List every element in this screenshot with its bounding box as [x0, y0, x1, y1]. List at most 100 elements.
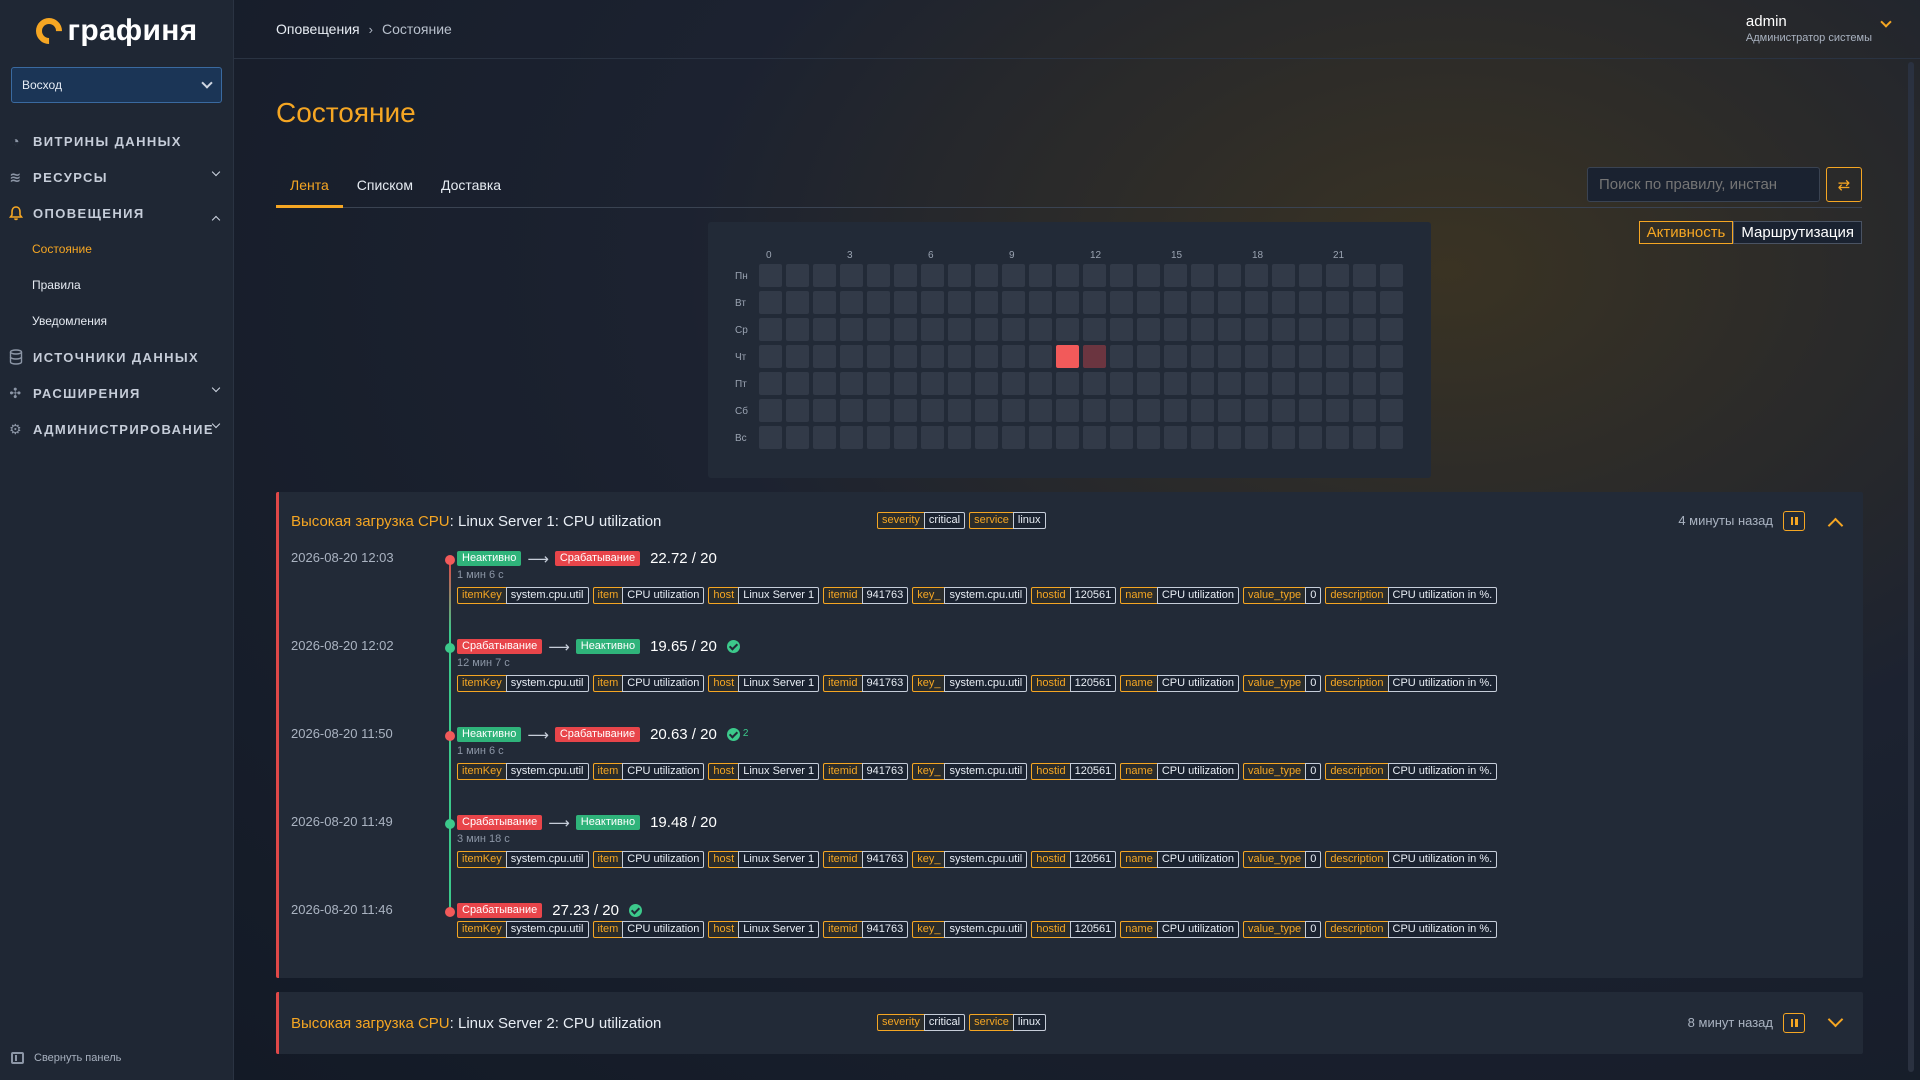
- heatmap-cell[interactable]: [948, 399, 971, 422]
- heatmap-cell[interactable]: [813, 372, 836, 395]
- sidebar-item-resources[interactable]: ≋ РЕСУРСЫ: [0, 159, 233, 195]
- heatmap-cell[interactable]: [1002, 264, 1025, 287]
- heatmap-cell[interactable]: [1083, 399, 1106, 422]
- heatmap-cell[interactable]: [1083, 318, 1106, 341]
- heatmap-cell[interactable]: [1002, 399, 1025, 422]
- heatmap-cell[interactable]: [1002, 372, 1025, 395]
- heatmap-cell[interactable]: [921, 399, 944, 422]
- heatmap-cell[interactable]: [921, 345, 944, 368]
- heatmap-cell[interactable]: [975, 264, 998, 287]
- heatmap-cell[interactable]: [1353, 264, 1376, 287]
- heatmap-cell[interactable]: [786, 291, 809, 314]
- heatmap-cell[interactable]: [867, 399, 890, 422]
- heatmap-cell[interactable]: [1029, 426, 1052, 449]
- heatmap-cell[interactable]: [1218, 345, 1241, 368]
- heatmap-cell[interactable]: [948, 291, 971, 314]
- heatmap-cell[interactable]: [1218, 399, 1241, 422]
- heatmap-cell[interactable]: [1380, 372, 1403, 395]
- heatmap-cell[interactable]: [1218, 264, 1241, 287]
- heatmap-cell[interactable]: [1191, 372, 1214, 395]
- heatmap-cell[interactable]: [1245, 318, 1268, 341]
- sidebar-item-alerts[interactable]: ОПОВЕЩЕНИЯ: [0, 195, 233, 231]
- heatmap-cell[interactable]: [894, 399, 917, 422]
- heatmap-cell[interactable]: [1029, 318, 1052, 341]
- heatmap-cell[interactable]: [813, 318, 836, 341]
- heatmap-cell[interactable]: [1245, 264, 1268, 287]
- heatmap-cell[interactable]: [759, 426, 782, 449]
- heatmap-cell[interactable]: [948, 318, 971, 341]
- heatmap-cell[interactable]: [894, 345, 917, 368]
- heatmap-cell[interactable]: [1299, 399, 1322, 422]
- heatmap-cell[interactable]: [1083, 426, 1106, 449]
- tab-delivery[interactable]: Доставка: [427, 166, 515, 208]
- heatmap-cell[interactable]: [1056, 399, 1079, 422]
- heatmap-cell[interactable]: [1137, 426, 1160, 449]
- heatmap-cell[interactable]: [1029, 399, 1052, 422]
- heatmap-cell[interactable]: [867, 372, 890, 395]
- heatmap-cell[interactable]: [1380, 264, 1403, 287]
- breadcrumb-alerts-link[interactable]: Оповещения: [276, 21, 360, 37]
- heatmap-cell[interactable]: [1326, 372, 1349, 395]
- heatmap-cell[interactable]: [1164, 345, 1187, 368]
- heatmap-cell[interactable]: [1191, 318, 1214, 341]
- tab-feed[interactable]: Лента: [276, 166, 343, 208]
- heatmap-cell[interactable]: [1002, 291, 1025, 314]
- heatmap-cell[interactable]: [840, 399, 863, 422]
- brand-logo[interactable]: графиня: [0, 0, 233, 60]
- heatmap-cell[interactable]: [948, 264, 971, 287]
- heatmap-cell[interactable]: [1110, 318, 1133, 341]
- heatmap-cell[interactable]: [786, 345, 809, 368]
- heatmap-cell[interactable]: [1164, 372, 1187, 395]
- heatmap-cell[interactable]: [1110, 291, 1133, 314]
- heatmap-cell[interactable]: [786, 264, 809, 287]
- heatmap-cell[interactable]: [1326, 291, 1349, 314]
- heatmap-cell[interactable]: [1110, 264, 1133, 287]
- heatmap-cell[interactable]: [1380, 318, 1403, 341]
- heatmap-cell[interactable]: [840, 291, 863, 314]
- heatmap-cell[interactable]: [1272, 291, 1295, 314]
- heatmap-cell[interactable]: [921, 264, 944, 287]
- heatmap-cell[interactable]: [813, 345, 836, 368]
- collapse-chevron-up-icon[interactable]: [1827, 517, 1844, 534]
- heatmap-cell[interactable]: [894, 291, 917, 314]
- heatmap-cell[interactable]: [1272, 264, 1295, 287]
- sidebar-subitem-status[interactable]: Состояние: [0, 231, 233, 267]
- heatmap-cell[interactable]: [975, 399, 998, 422]
- heatmap-cell[interactable]: [1056, 291, 1079, 314]
- heatmap-cell[interactable]: [1353, 399, 1376, 422]
- heatmap-cell[interactable]: [975, 426, 998, 449]
- heatmap-cell[interactable]: [1326, 399, 1349, 422]
- heatmap-cell[interactable]: [1137, 318, 1160, 341]
- sidebar-item-administration[interactable]: ⚙ АДМИНИСТРИРОВАНИЕ: [0, 411, 233, 447]
- heatmap-cell[interactable]: [1191, 345, 1214, 368]
- sidebar-subitem-notifications[interactable]: Уведомления: [0, 303, 233, 339]
- heatmap-cell[interactable]: [840, 318, 863, 341]
- heatmap-cell[interactable]: [1299, 264, 1322, 287]
- heatmap-cell[interactable]: [1245, 345, 1268, 368]
- heatmap-cell[interactable]: [1083, 291, 1106, 314]
- heatmap-cell[interactable]: [1029, 345, 1052, 368]
- heatmap-cell[interactable]: [1029, 291, 1052, 314]
- heatmap-cell[interactable]: [1110, 372, 1133, 395]
- heatmap-cell[interactable]: [894, 264, 917, 287]
- heatmap-cell[interactable]: [840, 426, 863, 449]
- heatmap-cell[interactable]: [786, 399, 809, 422]
- heatmap-cell[interactable]: [894, 318, 917, 341]
- heatmap-cell[interactable]: [759, 264, 782, 287]
- mode-routing-button[interactable]: Маршрутизация: [1733, 221, 1862, 244]
- heatmap-cell[interactable]: [1164, 399, 1187, 422]
- heatmap-cell[interactable]: [1326, 264, 1349, 287]
- heatmap-cell[interactable]: [867, 264, 890, 287]
- heatmap-cell[interactable]: [1002, 426, 1025, 449]
- heatmap-cell[interactable]: [867, 291, 890, 314]
- heatmap-cell[interactable]: [867, 426, 890, 449]
- heatmap-cell[interactable]: [1218, 318, 1241, 341]
- search-input[interactable]: [1587, 167, 1820, 202]
- heatmap-cell[interactable]: [1083, 372, 1106, 395]
- heatmap-cell[interactable]: [1326, 345, 1349, 368]
- page-scrollbar[interactable]: [1908, 62, 1914, 1072]
- heatmap-cell[interactable]: [975, 372, 998, 395]
- heatmap-cell[interactable]: [1164, 291, 1187, 314]
- heatmap-cell[interactable]: [759, 399, 782, 422]
- heatmap-cell[interactable]: [813, 426, 836, 449]
